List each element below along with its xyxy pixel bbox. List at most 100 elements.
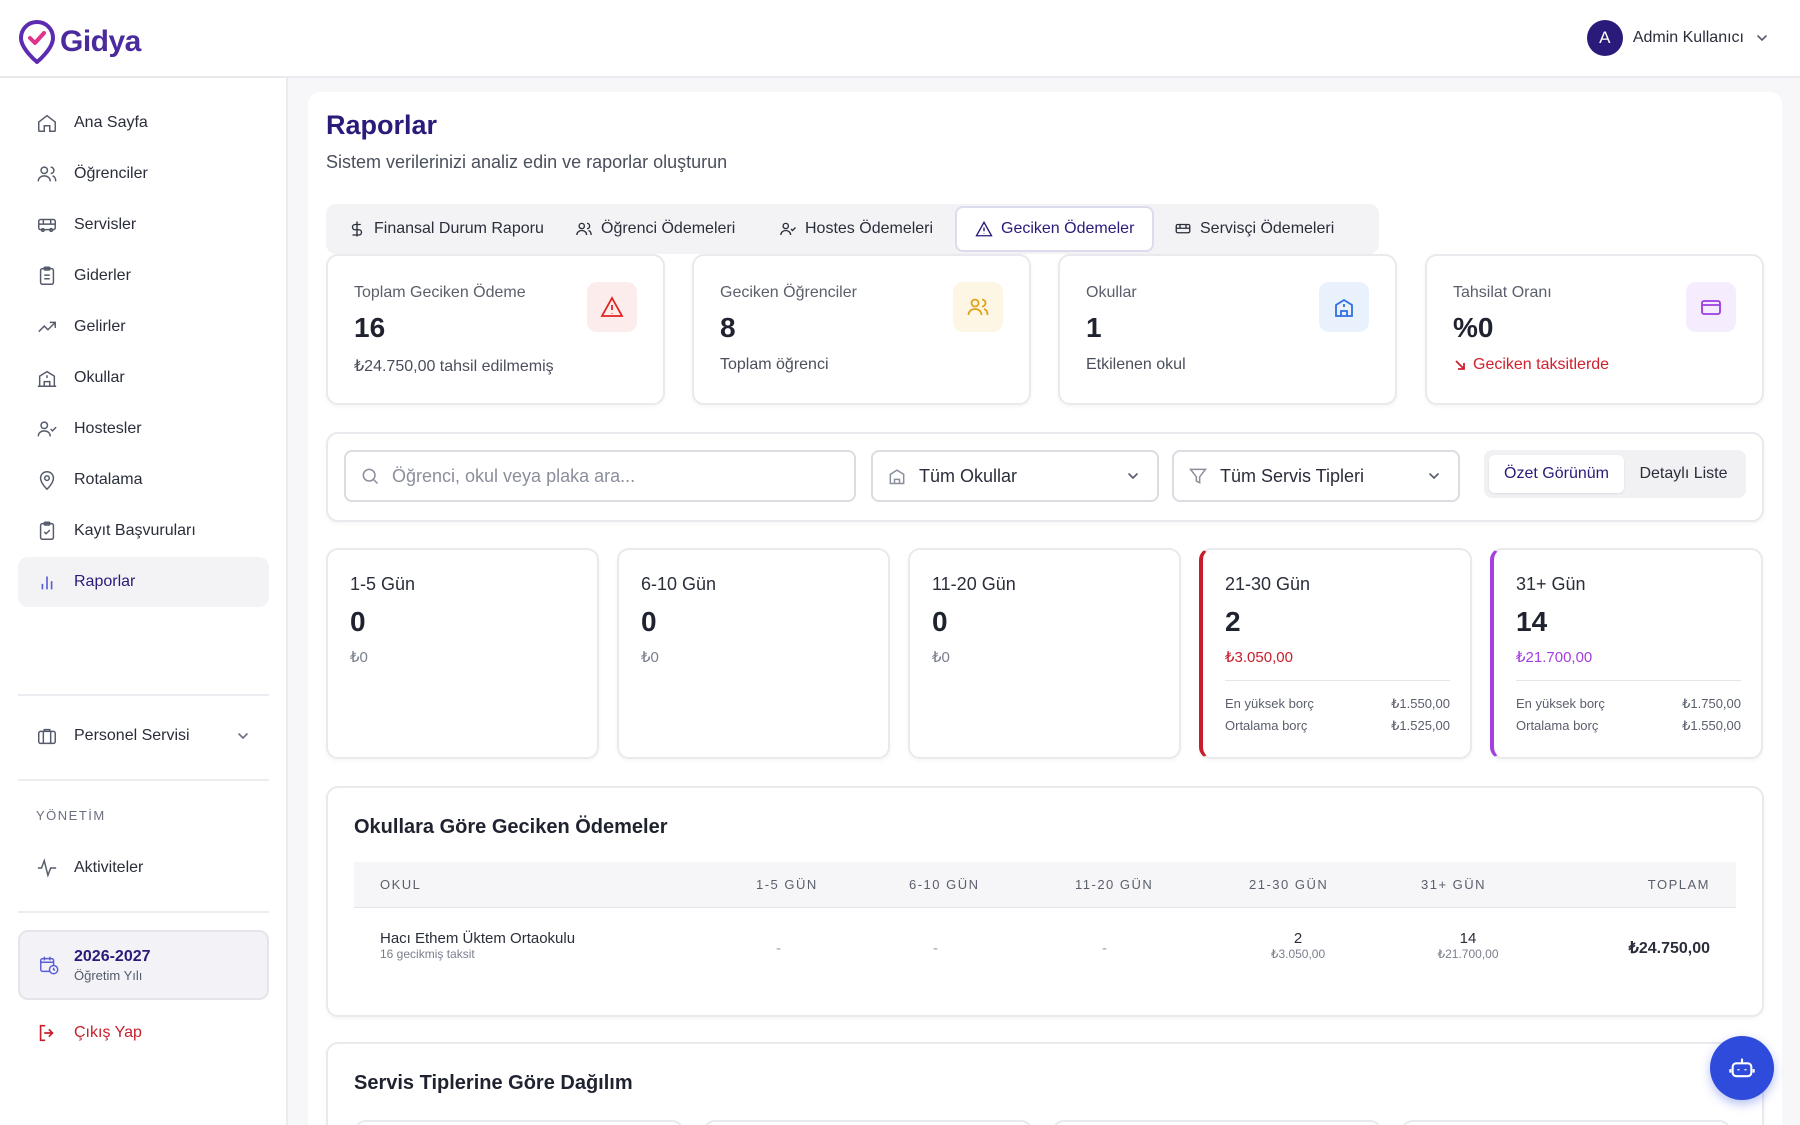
sidebar-item-label: Raporlar (74, 573, 136, 590)
tab-servisci-odemeleri[interactable]: Servisçi Ödemeleri (1156, 208, 1352, 250)
service-type-distribution: Servis Tiplerine Göre Dağılım (326, 1042, 1764, 1125)
section-label-yonetim: YÖNETİM (36, 808, 106, 823)
school-select[interactable]: Tüm Okullar (871, 450, 1159, 502)
stat-sub: Toplam öğrenci (720, 356, 829, 373)
bucket-max-value: ₺1.550,00 (1391, 696, 1450, 711)
stat-value: %0 (1453, 312, 1494, 343)
logo-pin-icon (18, 20, 56, 64)
service-type-value: Tüm Servis Tipleri (1220, 465, 1365, 486)
sidebar-item-ogrenciler[interactable]: Öğrenciler (18, 149, 269, 199)
tab-label: Finansal Durum Raporu (374, 220, 544, 237)
view-summary-button[interactable]: Özet Görünüm (1489, 455, 1624, 493)
tab-ogrenci-odemeleri[interactable]: Öğrenci Ödemeleri (557, 208, 753, 250)
view-toggle: Özet Görünüm Detaylı Liste (1484, 450, 1746, 498)
alert-triangle-icon (600, 296, 624, 317)
service-type-card (354, 1120, 684, 1125)
sidebar-item-raporlar[interactable]: Raporlar (18, 557, 269, 607)
school-installments: 16 gecikmiş taksit (380, 947, 475, 961)
tab-finansal-durum[interactable]: Finansal Durum Raporu (330, 208, 562, 250)
sidebar-item-kayit-basvurulari[interactable]: Kayıt Başvuruları (18, 506, 269, 556)
dollar-icon (351, 221, 363, 237)
bucket-count: 0 (350, 606, 366, 637)
section-title: Servis Tiplerine Göre Dağılım (354, 1072, 633, 1094)
cell-total: ₺24.750,00 (1628, 940, 1710, 957)
tab-hostes-odemeleri[interactable]: Hostes Ödemeleri (761, 208, 951, 250)
sidebar-item-label: Servisler (74, 216, 137, 233)
school-select-value: Tüm Okullar (919, 465, 1018, 486)
sidebar-item-giderler[interactable]: Giderler (18, 251, 269, 301)
calendar-clock-icon (40, 956, 59, 975)
trending-up-icon (38, 321, 56, 333)
sidebar-item-ana-sayfa[interactable]: Ana Sayfa (18, 98, 269, 148)
sidebar: Ana Sayfa Öğrenciler Servisler Giderler … (0, 78, 288, 1125)
sidebar-item-hostesler[interactable]: Hostesler (18, 404, 269, 454)
school-name: Hacı Ethem Üktem Ortaokulu (380, 930, 576, 947)
tab-geciken-odemeler[interactable]: Geciken Ödemeler (955, 206, 1155, 252)
bucket-max-label: En yüksek borç (1225, 696, 1314, 711)
stat-label: Toplam Geciken Ödeme (354, 284, 526, 301)
search-placeholder: Öğrenci, okul veya plaka ara... (392, 465, 636, 486)
stat-card-tahsilat-orani: Tahsilat Oranı %0 Geciken taksitlerde (1425, 254, 1764, 405)
bucket-avg-label: Ortalama borç (1516, 718, 1599, 733)
view-detail-button[interactable]: Detaylı Liste (1626, 455, 1741, 493)
brand-name: Gidya (60, 25, 141, 58)
column-header: 1-5 GÜN (756, 877, 818, 892)
sidebar-item-gelirler[interactable]: Gelirler (18, 302, 269, 352)
user-check-icon (37, 421, 57, 437)
school-icon (1335, 298, 1353, 317)
search-input[interactable]: Öğrenci, okul veya plaka ara... (344, 450, 856, 502)
sidebar-item-okullar[interactable]: Okullar (18, 353, 269, 403)
logout-icon (39, 1024, 54, 1042)
report-tabs: Finansal Durum Raporu Öğrenci Ödemeleri … (326, 204, 1379, 254)
assistant-bot-button[interactable] (1710, 1036, 1774, 1100)
bucket-count: 14 (1516, 606, 1548, 637)
chevron-down-icon (1128, 473, 1138, 480)
top-bar: Gidya A Admin Kullanıcı (0, 0, 1800, 78)
chevron-down-icon[interactable] (1754, 30, 1770, 46)
bucket-count: 0 (641, 606, 657, 637)
service-type-card (1052, 1120, 1382, 1125)
table-header: OKUL 1-5 GÜN 6-10 GÜN 11-20 GÜN 21-30 GÜ… (354, 862, 1736, 908)
stat-sub: Etkilenen okul (1086, 356, 1186, 373)
users-icon (967, 298, 989, 316)
column-header: TOPLAM (1647, 877, 1710, 892)
main-content: Raporlar Sistem verilerinizi analiz edin… (308, 92, 1782, 1125)
bucket-amount: ₺0 (932, 649, 950, 666)
user-menu[interactable]: A Admin Kullanıcı (1586, 20, 1770, 56)
academic-year-selector[interactable]: 2026-2027 Öğretim Yılı (18, 930, 269, 1000)
section-title: Okullara Göre Geciken Ödemeler (354, 816, 668, 838)
bucket-card-21-30: 21-30 Gün 2 ₺3.050,00 En yüksek borç ₺1.… (1199, 548, 1472, 759)
bucket-amount: ₺3.050,00 (1225, 649, 1293, 666)
sidebar-item-label: Aktiviteler (74, 859, 144, 876)
bucket-count: 2 (1225, 606, 1241, 637)
service-type-select[interactable]: Tüm Servis Tipleri (1172, 450, 1460, 502)
column-header: 6-10 GÜN (909, 877, 980, 892)
stat-sub: Geciken taksitlerde (1453, 356, 1609, 374)
sidebar-item-label: Rotalama (74, 471, 143, 488)
bus-icon (1175, 223, 1191, 234)
avatar[interactable]: A (1586, 20, 1623, 56)
chevron-down-icon (1429, 473, 1439, 480)
logo[interactable]: Gidya (18, 20, 141, 64)
chevron-down-icon[interactable] (235, 728, 251, 744)
stat-card-toplam-geciken: Toplam Geciken Ödeme 16 ₺24.750,00 tahsi… (326, 254, 665, 405)
bucket-amount: ₺0 (350, 649, 368, 666)
cell-amount: ₺21.700,00 (1437, 947, 1499, 961)
cell-31-plus: 14 ₺21.700,00 (1413, 930, 1523, 961)
sidebar-item-aktiviteler[interactable]: Aktiviteler (18, 843, 269, 893)
sidebar-item-label: Gelirler (74, 318, 126, 335)
column-header: OKUL (380, 877, 422, 892)
school-overdue-table: Okullara Göre Geciken Ödemeler OKUL 1-5 … (326, 786, 1764, 1017)
user-name[interactable]: Admin Kullanıcı (1633, 29, 1744, 47)
sidebar-item-personel-servisi[interactable]: Personel Servisi (18, 711, 269, 761)
logout-button[interactable]: Çıkış Yap (18, 1008, 269, 1058)
tab-label: Servisçi Ödemeleri (1200, 220, 1335, 237)
school-icon (37, 370, 57, 387)
bucket-avg-label: Ortalama borç (1225, 718, 1308, 733)
column-header: 11-20 GÜN (1075, 877, 1154, 892)
sidebar-item-servisler[interactable]: Servisler (18, 200, 269, 250)
sidebar-item-rotalama[interactable]: Rotalama (18, 455, 269, 505)
bucket-max-label: En yüksek borç (1516, 696, 1605, 711)
service-type-card (1401, 1120, 1731, 1125)
bucket-max-row: En yüksek borç ₺1.550,00 (1225, 696, 1450, 712)
